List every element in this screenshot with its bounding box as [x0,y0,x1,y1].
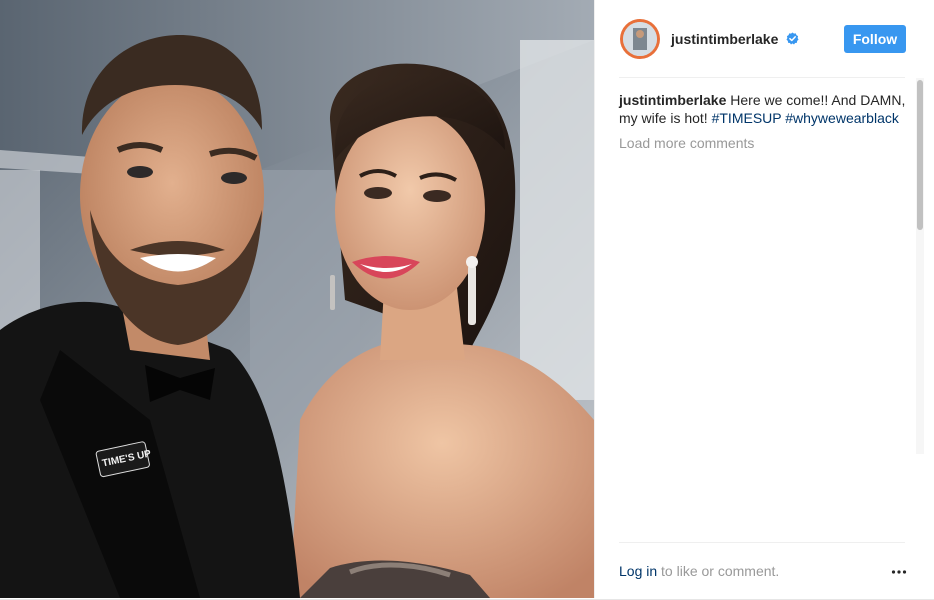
header-divider [619,77,905,78]
scrollbar-thumb[interactable] [917,80,923,230]
header-username[interactable]: justintimberlake [671,31,778,47]
post-footer: Log in to like or comment. [619,563,779,579]
footer-divider [619,542,905,543]
hashtag-whywewearblack[interactable]: #whywewearblack [785,110,899,126]
hashtag-timesup[interactable]: #TIMESUP [712,110,782,126]
post-header: justintimberlake Follow [595,0,917,78]
load-more-comments-link[interactable]: Load more comments [619,134,909,152]
login-prompt-text: to like or comment. [661,563,780,579]
post-side-panel: justintimberlake Follow justintimberlake… [594,0,934,598]
avatar-illustration [623,22,657,56]
verified-badge-icon [786,32,799,45]
caption: justintimberlake Here we come!! And DAMN… [619,91,909,127]
instagram-post-embed: TIME'S UP justintimberlake Follow justin… [0,0,934,600]
login-link[interactable]: Log in [619,563,657,579]
comments-scrollbar[interactable] [916,78,924,454]
post-photo-illustration: TIME'S UP [0,0,594,598]
avatar[interactable] [620,19,660,59]
comments-section: justintimberlake Here we come!! And DAMN… [619,91,909,152]
avatar-image [623,22,657,56]
follow-button[interactable]: Follow [844,25,906,53]
post-photo[interactable]: TIME'S UP [0,0,594,598]
more-options-icon[interactable] [890,563,908,581]
caption-username[interactable]: justintimberlake [619,92,726,108]
